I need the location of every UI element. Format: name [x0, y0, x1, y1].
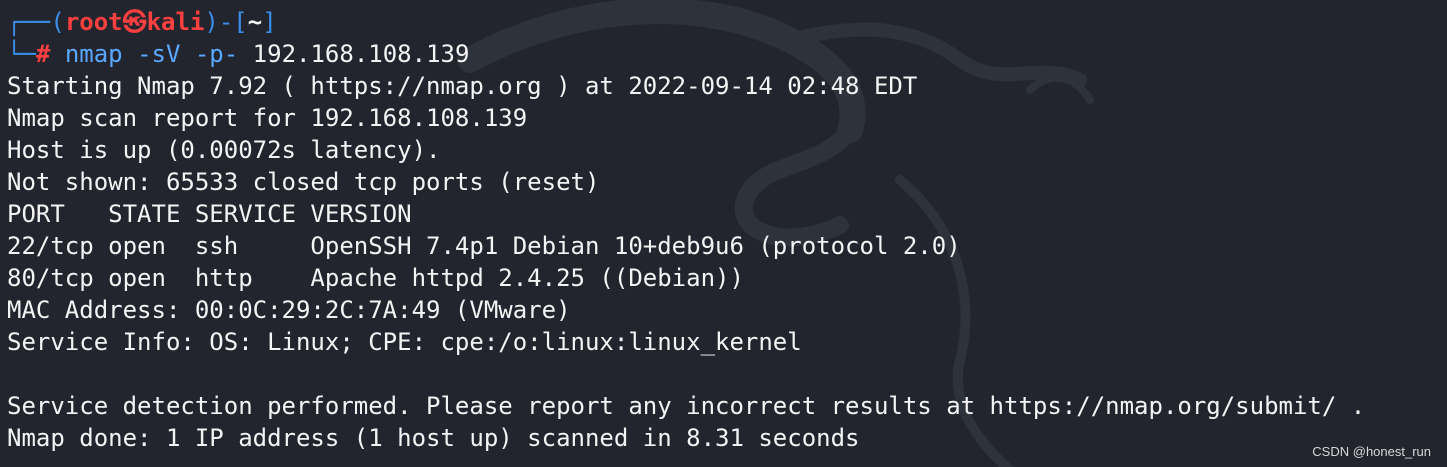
output-line: Host is up (0.00072s latency). [7, 136, 441, 164]
output-line: Nmap scan report for 192.168.108.139 [7, 104, 528, 132]
output-line: Not shown: 65533 closed tcp ports (reset… [7, 168, 600, 196]
prompt-close-paren: ) [204, 8, 219, 36]
prompt-at-symbol: ㉿ [122, 8, 147, 36]
output-line: Starting Nmap 7.92 ( https://nmap.org ) … [7, 72, 918, 100]
prompt-open-paren: ( [50, 8, 65, 36]
output-line: Service detection performed. Please repo… [7, 392, 1366, 420]
command-target: 192.168.108.139 [252, 40, 470, 68]
output-line: 22/tcp open ssh OpenSSH 7.4p1 Debian 10+… [7, 232, 961, 260]
prompt-dash-bracket-open: -[ [218, 8, 248, 36]
command-name: nmap [64, 40, 123, 68]
prompt-user: root [64, 8, 123, 36]
prompt-path: ~ [247, 8, 263, 36]
terminal-output: ┌──(root㉿kali)-[~] └─# nmap -sV -p- 192.… [7, 6, 1365, 454]
terminal-window[interactable]: ┌──(root㉿kali)-[~] └─# nmap -sV -p- 192.… [0, 0, 1447, 467]
prompt-line-command: └─# nmap -sV -p- 192.168.108.139 [7, 38, 1365, 70]
prompt-bracket-close: ] [262, 8, 277, 36]
output-line: Nmap done: 1 IP address (1 host up) scan… [7, 424, 860, 452]
output-line: MAC Address: 00:0C:29:2C:7A:49 (VMware) [7, 296, 571, 324]
output-line: PORT STATE SERVICE VERSION [7, 200, 412, 228]
output-line: Service Info: OS: Linux; CPE: cpe:/o:lin… [7, 328, 802, 356]
output-line: 80/tcp open http Apache httpd 2.4.25 ((D… [7, 264, 744, 292]
command-flags: -sV -p- [137, 40, 239, 68]
csdn-watermark: CSDN @honest_run [1312, 444, 1431, 459]
prompt-hash: # [35, 40, 51, 68]
prompt-line-top: ┌──(root㉿kali)-[~] [7, 6, 1365, 38]
prompt-corner-top: ┌── [7, 8, 51, 36]
prompt-host: kali [146, 8, 205, 36]
prompt-corner-bottom: └─ [7, 40, 36, 68]
